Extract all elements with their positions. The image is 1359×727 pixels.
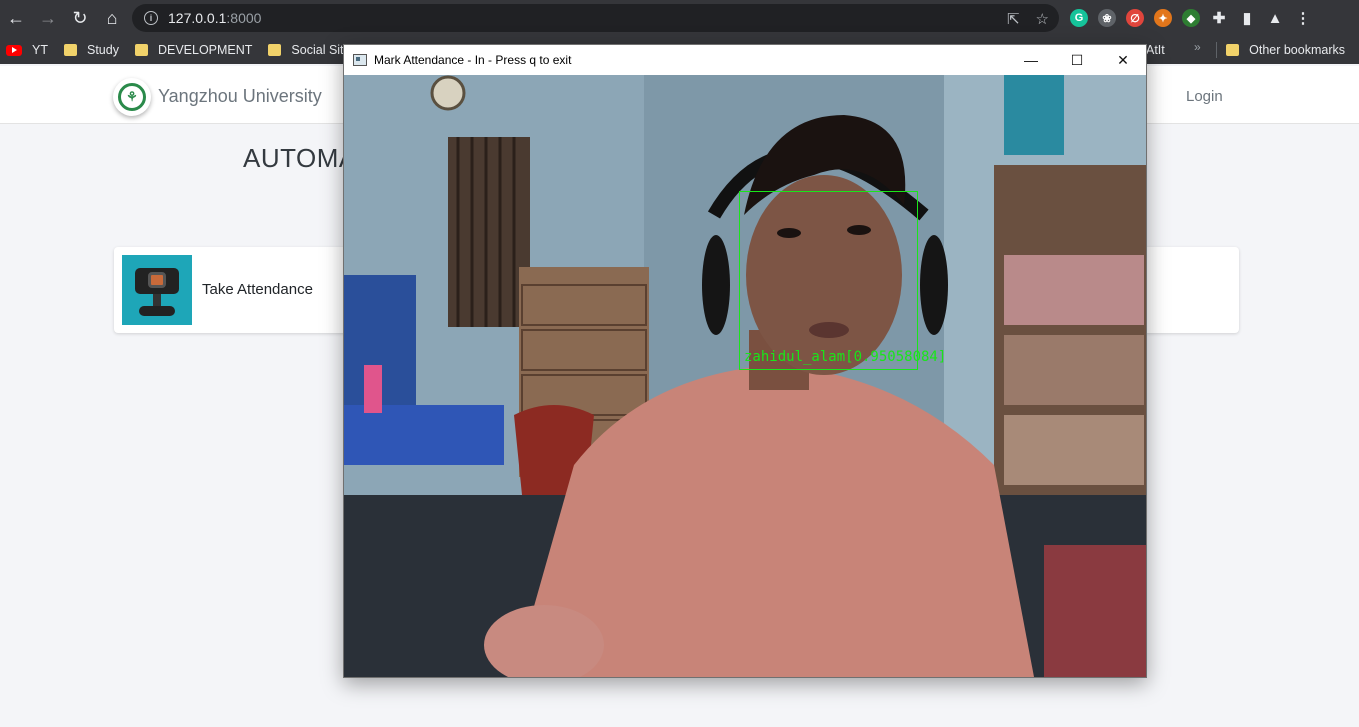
youtube-icon [6,44,22,56]
face-recognition-label: zahidul_alam[0.95058084] [744,349,947,365]
webcam-icon [131,262,183,318]
reload-icon[interactable]: ↻ [64,0,96,36]
grammarly-icon[interactable]: G [1070,9,1088,27]
folder-icon [268,44,282,56]
site-info-icon[interactable]: i [144,11,158,25]
bookmark-social-site[interactable]: Social Site [268,43,350,57]
window-title: Mark Attendance - In - Press q to exit [374,53,572,67]
home-icon[interactable]: ⌂ [96,0,128,36]
bookmark-study[interactable]: Study [63,43,119,57]
folder-icon [1226,44,1240,56]
forward-arrow-icon[interactable]: → [32,0,64,36]
bookmarks-overflow-icon[interactable]: » [1194,40,1201,54]
window-app-icon [353,54,367,66]
puzzle-extensions-icon[interactable]: ✚ [1210,9,1228,27]
bookmark-partial[interactable]: AtIt [1146,43,1165,57]
sidepanel-icon[interactable]: ▮ [1238,9,1256,27]
bookmarks-divider [1216,42,1217,58]
folder-icon [134,44,148,56]
brand-name[interactable]: Yangzhou University [158,86,322,107]
extension-icon-3[interactable]: ∅ [1126,9,1144,27]
face-detection-box [739,191,918,370]
maximize-icon[interactable]: ☐ [1054,45,1100,75]
other-bookmarks[interactable]: Other bookmarks [1226,36,1345,64]
logo-emblem-icon: ⚘ [118,83,146,111]
card-title: Take Attendance [202,281,313,298]
window-titlebar[interactable]: Mark Attendance - In - Press q to exit —… [344,45,1146,75]
extension-icon-5[interactable]: ◆ [1182,9,1200,27]
bookmark-yt[interactable]: YT [6,43,48,57]
camera-feed: zahidul_alam[0.95058084] [344,75,1146,677]
menu-kebab-icon[interactable]: ⋮ [1294,9,1312,27]
back-arrow-icon[interactable]: ← [0,0,32,36]
bookmark-development[interactable]: DEVELOPMENT [134,43,252,57]
opencv-window[interactable]: Mark Attendance - In - Press q to exit —… [343,44,1147,678]
extension-icon-2[interactable]: ❀ [1098,9,1116,27]
page-heading: AUTOMA [243,143,357,173]
profile-avatar-icon[interactable]: ▲ [1266,9,1284,27]
close-icon[interactable]: ✕ [1100,45,1146,75]
login-link[interactable]: Login [1186,88,1223,105]
bookmark-star-icon[interactable]: ☆ [1036,10,1049,28]
minimize-icon[interactable]: — [1008,45,1054,75]
extensions-bar: G ❀ ∅ ✦ ◆ ✚ ▮ ▲ ⋮ [1070,0,1312,36]
camera-frame-image [344,75,1146,677]
university-logo[interactable]: ⚘ [113,78,151,116]
folder-icon [63,44,77,56]
url-text: 127.0.0.1:8000 [168,10,262,26]
share-icon[interactable]: ⇱ [1007,10,1020,28]
metamask-icon[interactable]: ✦ [1154,9,1172,27]
webcam-image [122,255,192,325]
address-bar[interactable]: i 127.0.0.1:8000 ⇱ ☆ [132,4,1059,32]
